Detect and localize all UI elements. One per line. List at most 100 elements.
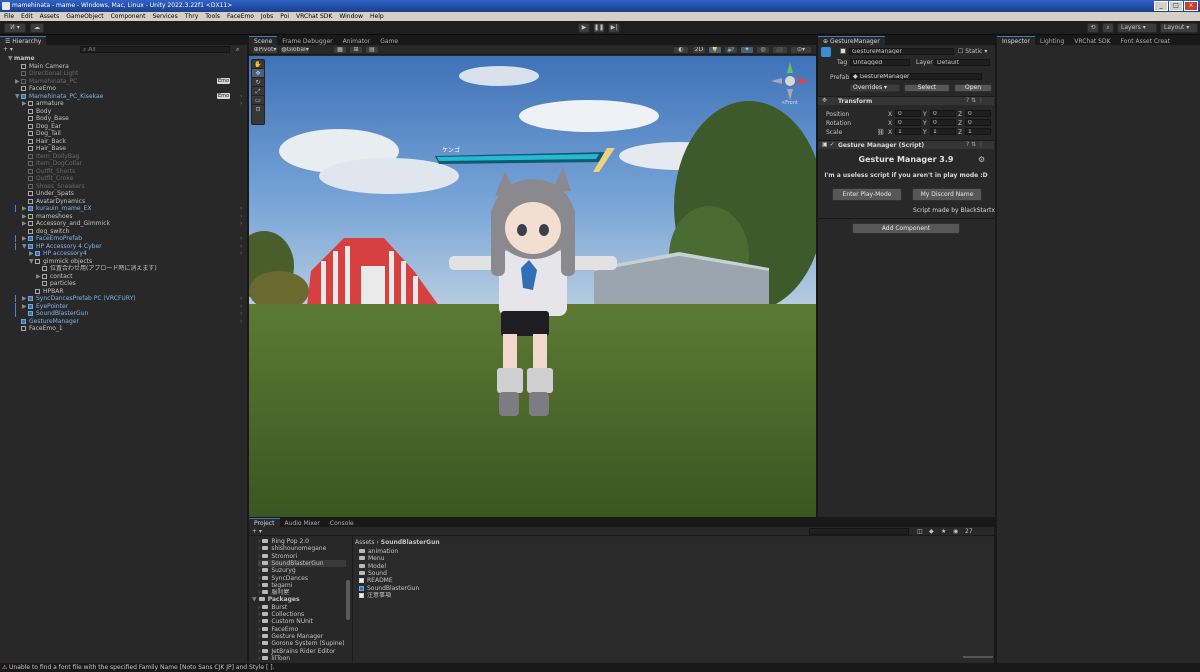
project-file-item[interactable]: animation <box>359 548 398 555</box>
hierarchy-row[interactable]: ▼ Mamehinata_PC_Kisekae <box>0 93 247 101</box>
snap-icon[interactable]: ⊞ <box>349 46 363 54</box>
tab-animator[interactable]: Animator <box>338 37 376 45</box>
menu-item-gameobject[interactable]: GameObject <box>66 12 103 21</box>
row-arrow-icon[interactable]: › <box>240 318 242 326</box>
expand-arrow-icon[interactable]: ▼ <box>252 596 259 603</box>
hierarchy-row[interactable]: Dog_Tail <box>0 130 247 138</box>
project-folder-item[interactable]: › JetBrains Rider Editor <box>258 648 346 655</box>
menu-item-services[interactable]: Services <box>152 12 177 21</box>
project-folder-item[interactable]: ▼ Packages <box>252 596 346 603</box>
camera-icon[interactable]: 🎥 <box>772 46 788 54</box>
menu-item-thry[interactable]: Thry <box>185 12 199 21</box>
move-tool-icon[interactable]: ✥ <box>252 69 264 78</box>
hierarchy-row[interactable]: ▶ Accessory_and_Gimmick <box>0 220 247 228</box>
tag-dropdown[interactable]: Untagged <box>850 59 910 66</box>
row-arrow-icon[interactable]: › <box>240 213 242 221</box>
hierarchy-row[interactable]: ▶ FaceEmoPrefab <box>0 235 247 243</box>
step-button[interactable]: ▶| <box>608 23 620 33</box>
hierarchy-row[interactable]: Outfit_Croke <box>0 175 247 183</box>
tab-frame-debugger[interactable]: Frame Debugger <box>277 37 337 45</box>
project-tree-scrollbar[interactable] <box>346 580 350 620</box>
add-component-button[interactable]: Add Component <box>852 223 960 234</box>
prefab-open-button[interactable]: Open <box>954 84 992 92</box>
global-toggle[interactable]: ◍Global▾ <box>280 46 310 54</box>
tab-gesturemanager[interactable]: ⊕ GestureManager <box>818 36 885 45</box>
project-folder-item[interactable]: › Burst <box>258 604 346 611</box>
shading-icon[interactable]: ◐ <box>673 46 689 54</box>
tab-hierarchy[interactable]: ☰ Hierarchy <box>0 36 47 45</box>
script-menu-icon[interactable]: ? ⇅ ⋮ <box>966 141 984 148</box>
hierarchy-row[interactable]: Dog_Ear <box>0 123 247 131</box>
project-file-item[interactable]: README <box>359 577 393 584</box>
breadcrumb-assets[interactable]: Assets <box>355 539 375 546</box>
row-arrow-icon[interactable]: › <box>240 295 242 303</box>
project-folder-item[interactable]: › Gorone System (Supine) <box>258 640 346 647</box>
menu-item-poi[interactable]: Poi <box>280 12 289 21</box>
rotate-tool-icon[interactable]: ↻ <box>252 78 264 87</box>
project-search-input[interactable] <box>809 528 909 535</box>
hierarchy-row[interactable]: Item_DollyBag <box>0 153 247 161</box>
tab-scene[interactable]: Scene <box>249 36 278 45</box>
project-folder-item[interactable]: › Suzuryg <box>258 567 346 574</box>
hierarchy-row[interactable]: Body <box>0 108 247 116</box>
menu-item-file[interactable]: File <box>4 12 14 21</box>
pivot-toggle[interactable]: ⊕Pivot▾ <box>252 46 278 54</box>
project-folder-item[interactable]: › SyncDances <box>258 575 346 582</box>
grid-icon[interactable]: ▦ <box>333 46 347 54</box>
history-icon[interactable]: ⟲ <box>1087 23 1099 33</box>
hierarchy-row[interactable]: ▶ Mamehinata_PC <box>0 78 247 86</box>
project-file-item[interactable]: Model <box>359 563 386 570</box>
hierarchy-row[interactable]: Hair_Base <box>0 145 247 153</box>
maximize-button[interactable]: □ <box>1169 1 1183 11</box>
add-object-button[interactable]: + ▾ <box>3 45 13 54</box>
search-icon[interactable]: ⌕ <box>1102 23 1114 33</box>
menu-item-jobs[interactable]: Jobs <box>261 12 273 21</box>
menu-item-vrchat-sdk[interactable]: VRChat SDK <box>296 12 332 21</box>
project-file-item[interactable]: SoundBlasterGun <box>359 585 419 592</box>
overrides-dropdown[interactable]: Overrides ▾ <box>850 84 900 92</box>
row-arrow-icon[interactable]: › <box>240 243 242 251</box>
hierarchy-row[interactable]: Hair_Back <box>0 138 247 146</box>
tab-game[interactable]: Game <box>375 37 403 45</box>
menu-item-window[interactable]: Window <box>339 12 363 21</box>
effects-icon[interactable]: ✦ <box>740 46 754 54</box>
project-folder-item[interactable]: › SoundBlasterGun <box>258 559 346 568</box>
hidden-icon[interactable]: ◎ <box>756 46 770 54</box>
scene-viewport[interactable]: ケンゴ <Front ✋ ✥ ↻ ⤢ ▭ ⊡ <box>249 56 816 517</box>
audio-icon[interactable]: 🔊 <box>724 46 738 54</box>
pause-button[interactable]: ❚❚ <box>593 23 605 33</box>
hierarchy-row[interactable]: ▼mame <box>0 55 247 63</box>
layout-dropdown[interactable]: Layout ▾ <box>1160 23 1198 33</box>
tab-console[interactable]: Console <box>325 519 359 527</box>
hierarchy-row[interactable]: particles <box>0 280 247 288</box>
tab-audio-mixer[interactable]: Audio Mixer <box>280 519 325 527</box>
discord-name-button[interactable]: My Discord Name <box>912 188 982 201</box>
search-options-icon[interactable]: ⌕ <box>236 45 239 54</box>
hierarchy-row[interactable]: ▶ kurauin_mame_EX <box>0 205 247 213</box>
hierarchy-row[interactable]: ▶ SyncDancesPrefab PC (VRCFURY) <box>0 295 247 303</box>
enter-play-mode-button[interactable]: Enter Play-Mode <box>832 188 902 201</box>
visibility-icon[interactable]: ◉ <box>953 527 958 536</box>
hierarchy-row[interactable]: ▶ armature <box>0 100 247 108</box>
static-toggle[interactable]: ☐ Static ▾ <box>958 48 987 55</box>
project-folder-item[interactable]: › Stromori <box>258 553 346 560</box>
transform-position-z-field[interactable]: 0 <box>965 110 991 117</box>
hierarchy-row[interactable]: GestureManager <box>0 318 247 326</box>
increment-icon[interactable]: ▤ <box>365 46 379 54</box>
menu-item-help[interactable]: Help <box>370 12 384 21</box>
play-button[interactable]: ▶ <box>578 23 590 33</box>
constrain-proportions-icon[interactable]: ⛓ <box>877 129 885 136</box>
menu-item-faceemo[interactable]: FaceEmo <box>227 12 254 21</box>
row-arrow-icon[interactable]: › <box>240 303 242 311</box>
lighting-icon[interactable]: 💡 <box>708 46 722 54</box>
filter-type-icon[interactable]: ◫ <box>917 527 923 536</box>
menu-item-assets[interactable]: Assets <box>40 12 60 21</box>
tab-inspector[interactable]: Inspector <box>997 36 1035 45</box>
status-message[interactable]: Unable to find a font file with the spec… <box>9 664 275 671</box>
hierarchy-row[interactable]: Main Camera <box>0 63 247 71</box>
project-folder-item[interactable]: › Gesture Manager <box>258 633 346 640</box>
account-dropdown[interactable]: И ▾ <box>4 23 26 33</box>
tab-lighting[interactable]: Lighting <box>1035 37 1069 45</box>
row-arrow-icon[interactable]: › <box>240 205 242 213</box>
transform-rotation-y-field[interactable]: 0 <box>930 119 956 126</box>
